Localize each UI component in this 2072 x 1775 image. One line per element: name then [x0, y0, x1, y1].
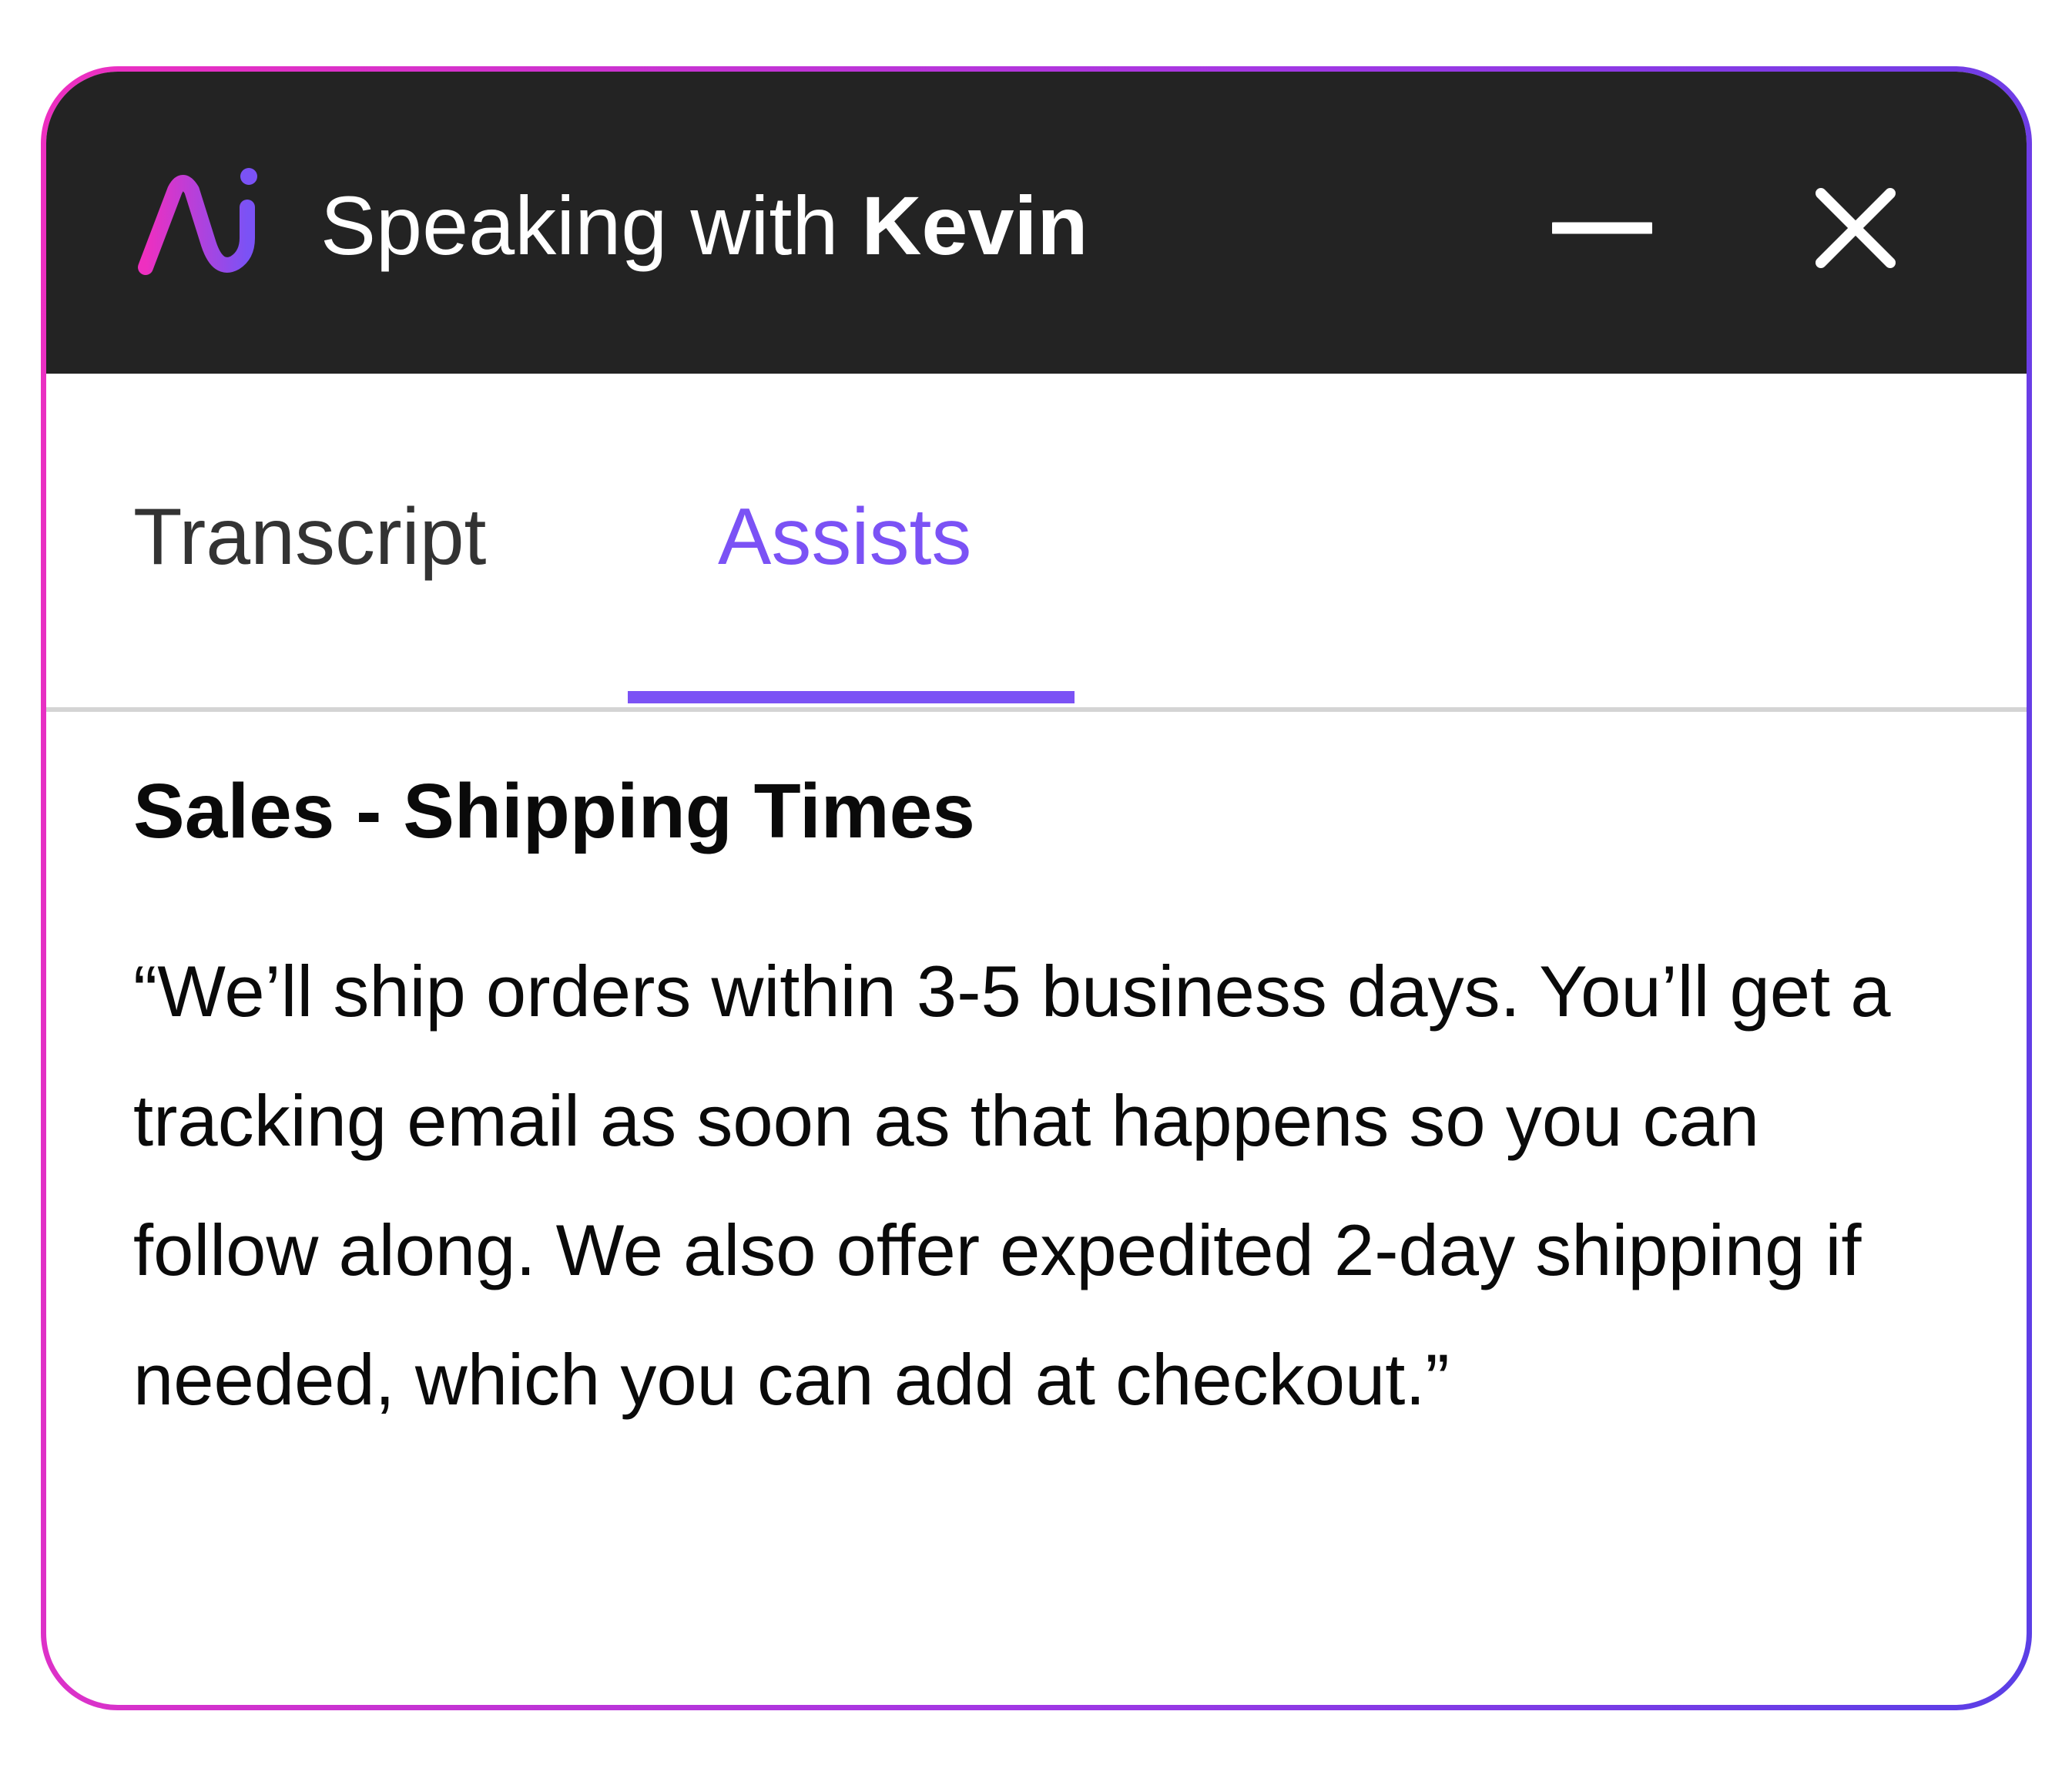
close-button[interactable] [1805, 178, 1906, 278]
minimize-icon [1547, 222, 1657, 234]
assist-content: Sales - Shipping Times “We’ll ship order… [133, 765, 1905, 1444]
assist-panel-frame: Speaking with Kevin Transcript Assists S… [41, 66, 2032, 1710]
title-prefix: Speaking with [320, 179, 862, 272]
assist-heading: Sales - Shipping Times [133, 768, 975, 854]
tab-bar: Transcript Assists [46, 374, 2027, 712]
tab-assists[interactable]: Assists [718, 491, 971, 583]
tab-transcript[interactable]: Transcript [133, 491, 486, 583]
caller-name: Kevin [861, 179, 1088, 272]
assist-script-text: “We’ll ship orders within 3-5 business d… [133, 951, 1891, 1420]
window-title: Speaking with Kevin [320, 180, 1088, 272]
title-bar: Speaking with Kevin [46, 72, 2027, 374]
minimize-button[interactable] [1547, 178, 1657, 278]
close-icon [1816, 188, 1896, 268]
app-logo-icon [138, 168, 257, 275]
assist-panel: Speaking with Kevin Transcript Assists S… [46, 72, 2027, 1705]
active-tab-indicator [628, 691, 1075, 703]
